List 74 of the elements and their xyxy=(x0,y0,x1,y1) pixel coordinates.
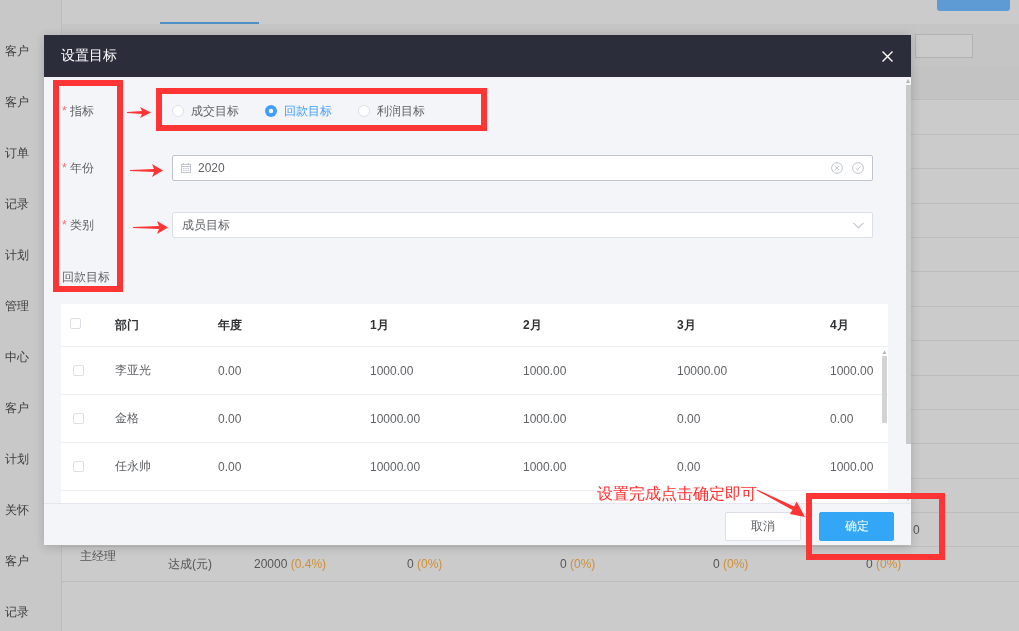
table-cell: 1000.00 xyxy=(523,459,567,474)
table-cell: 1000.00 xyxy=(523,411,567,426)
radio-icon[interactable] xyxy=(358,105,370,117)
close-icon[interactable] xyxy=(882,50,893,62)
table-cell: 20000 (0.4%) xyxy=(254,557,327,572)
filter-field[interactable] xyxy=(915,34,973,58)
sidebar-item[interactable]: 关怀 xyxy=(0,502,29,517)
select-field[interactable]: 成员目标 xyxy=(172,212,873,238)
column-header: 2月 xyxy=(523,316,542,334)
table-cell: 0.00 xyxy=(677,459,701,474)
table-cell: 0.00 xyxy=(830,411,854,426)
table-cell: 任永帅 xyxy=(115,458,151,475)
table-cell: 0 (0%) xyxy=(713,557,749,572)
cancel-button[interactable]: 取消 xyxy=(725,512,801,541)
column-header: 4月 xyxy=(830,316,849,334)
table-cell: 10000.00 xyxy=(370,411,421,426)
table-cell: 金格 xyxy=(115,410,139,427)
sidebar-item[interactable]: 记录 xyxy=(0,604,29,619)
table-cell: 1000.00 xyxy=(830,363,874,378)
table-cell: 0.00 xyxy=(677,411,701,426)
form-label: * 年份 xyxy=(62,159,94,177)
table-cell: 0 xyxy=(913,522,920,537)
date-field[interactable]: 2020 xyxy=(172,155,873,181)
table-cell: 李亚光 xyxy=(115,362,151,379)
scrollbar[interactable] xyxy=(882,350,887,423)
sidebar-item[interactable]: 客户 xyxy=(0,553,29,568)
clear-icon[interactable] xyxy=(831,162,843,174)
form-label: * 类别 xyxy=(62,216,94,234)
annotation-arrow xyxy=(127,107,151,118)
table-cell: 主经理 xyxy=(80,548,116,566)
table-cell: 0.00 xyxy=(218,363,242,378)
sidebar-item[interactable]: 客户 xyxy=(0,94,29,109)
table-cell: 10000.00 xyxy=(677,363,728,378)
table-cell: 0 (0%) xyxy=(407,557,443,572)
table-cell: 0.00 xyxy=(218,459,242,474)
radio-icon[interactable] xyxy=(172,105,184,117)
checkbox[interactable] xyxy=(73,365,84,376)
sidebar-item[interactable]: 计划 xyxy=(0,451,29,466)
annotation-arrow xyxy=(130,164,163,177)
form-label: 回款目标 xyxy=(62,268,110,286)
dialog-title: 设置目标 xyxy=(61,47,117,65)
column-header: 部门 xyxy=(115,316,139,334)
sidebar-item[interactable]: 订单 xyxy=(0,145,29,160)
column-header: 1月 xyxy=(370,316,389,334)
table-cell: 1000.00 xyxy=(523,363,567,378)
sidebar-item[interactable]: 中心 xyxy=(0,349,29,364)
form-label: * 指标 xyxy=(62,102,94,120)
sidebar-item[interactable]: 管理 xyxy=(0,298,29,313)
checkbox[interactable] xyxy=(70,318,81,329)
table-cell: 达成(元) xyxy=(168,555,212,573)
sidebar-item[interactable]: 计划 xyxy=(0,247,29,262)
annotation-arrow xyxy=(133,221,168,234)
radio-icon[interactable] xyxy=(265,105,277,117)
check-circle-icon[interactable] xyxy=(852,162,864,174)
table-cell: 1000.00 xyxy=(370,363,414,378)
sidebar-item[interactable]: 记录 xyxy=(0,196,29,211)
chevron-down-icon[interactable] xyxy=(853,221,864,229)
calendar-icon xyxy=(181,163,191,173)
annotation-arrow xyxy=(757,489,805,517)
radio-option[interactable]: 利润目标 xyxy=(358,102,425,120)
sidebar-item[interactable]: 客户 xyxy=(0,43,29,58)
annotation-text: 设置完成点击确定即可 xyxy=(597,485,757,503)
radio-option[interactable]: 成交目标 xyxy=(172,102,239,120)
table-cell: 0.00 xyxy=(218,411,242,426)
column-header: 3月 xyxy=(677,316,696,334)
checkbox[interactable] xyxy=(73,413,84,424)
sidebar-item[interactable]: 客户 xyxy=(0,400,29,415)
table-cell: 10000.00 xyxy=(370,459,421,474)
header-button[interactable] xyxy=(937,0,1010,11)
checkbox[interactable] xyxy=(73,461,84,472)
table-cell: 1000.00 xyxy=(830,459,874,474)
scrollbar[interactable] xyxy=(905,77,911,503)
table-cell: 0 (0%) xyxy=(560,557,596,572)
column-header: 年度 xyxy=(218,316,242,334)
